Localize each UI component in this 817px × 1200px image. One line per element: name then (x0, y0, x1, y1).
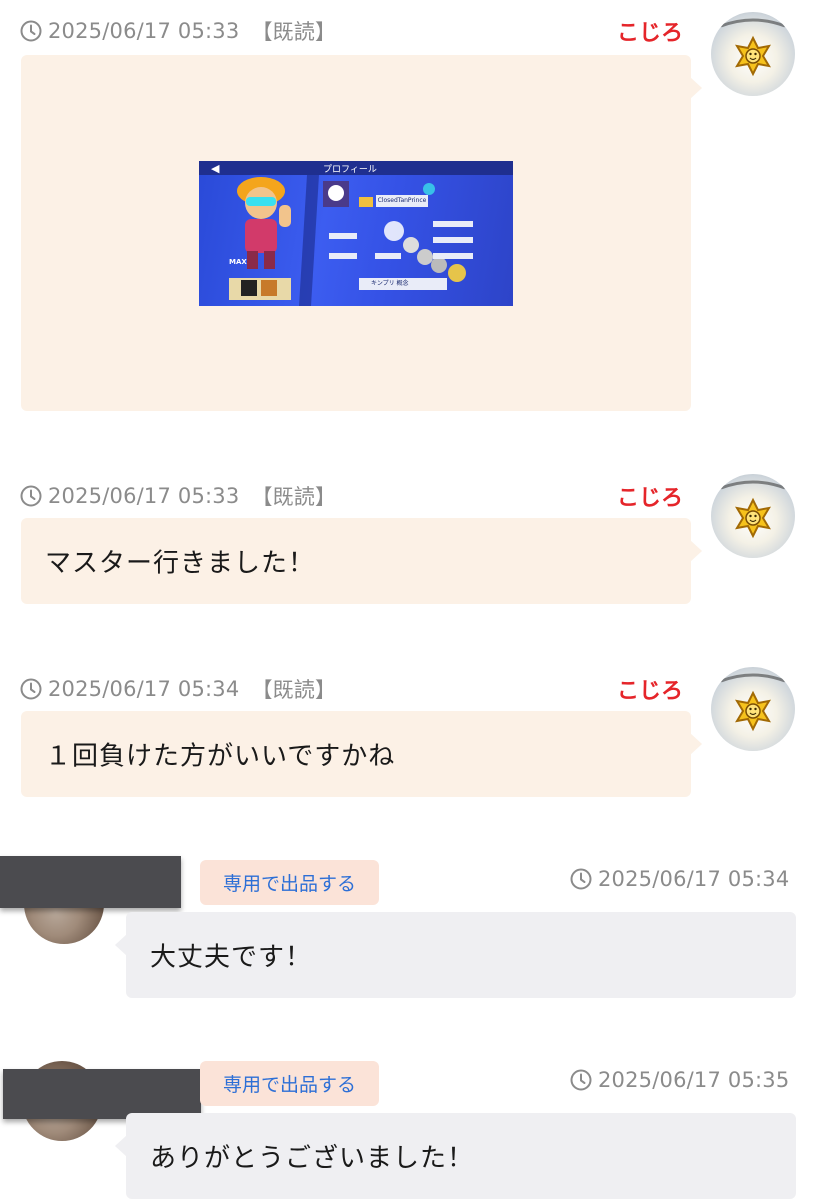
message-meta: 2025/06/17 05:33 【既読】 (20, 16, 336, 46)
message-bubble[interactable]: １回負けた方がいいですかね (21, 711, 702, 797)
attached-screenshot[interactable]: ◀ プロフィール ClosedTanPrince キンプリ 概念 MAX (199, 161, 513, 306)
message-bubble[interactable]: マスター行きました！ (21, 518, 702, 604)
message-bubble-image[interactable]: ◀ プロフィール ClosedTanPrince キンプリ 概念 MAX (21, 55, 702, 411)
message-meta: 2025/06/17 05:35 (570, 1068, 789, 1092)
message-text: 大丈夫です！ (150, 942, 313, 973)
sender-name[interactable]: こじろ (617, 480, 683, 512)
message-meta: 2025/06/17 05:34 (570, 867, 789, 891)
star-badge-icon (720, 480, 786, 539)
redacted-username (0, 856, 181, 908)
message-bubble[interactable]: 大丈夫です！ (115, 912, 796, 998)
clock-icon (570, 868, 592, 890)
bubble-tail (690, 77, 702, 99)
list-exclusive-button[interactable]: 専用で出品する (200, 860, 379, 905)
read-status: 【既読】 (251, 485, 337, 509)
bubble-tail (690, 540, 702, 562)
bubble-tail (690, 733, 702, 755)
star-badge-avatar[interactable] (711, 667, 795, 751)
screenshot-player-name: ClosedTanPrince (376, 195, 428, 207)
sender-name[interactable]: こじろ (617, 673, 683, 705)
clock-icon (20, 20, 42, 42)
message-meta: 2025/06/17 05:33 【既読】 (20, 481, 336, 511)
message-time: 2025/06/17 05:34 (48, 677, 240, 701)
star-badge-icon (720, 673, 786, 732)
bubble-tail (115, 934, 127, 956)
clock-icon (570, 1069, 592, 1091)
message-text: ありがとうございました！ (150, 1143, 475, 1174)
clock-icon (20, 485, 42, 507)
message-bubble[interactable]: ありがとうございました！ (115, 1113, 796, 1199)
message-time: 2025/06/17 05:33 (48, 484, 240, 508)
screenshot-power-label: MAX (229, 258, 247, 266)
read-status: 【既読】 (251, 678, 337, 702)
message-time: 2025/06/17 05:35 (598, 1068, 790, 1092)
star-badge-icon (720, 18, 786, 77)
message-time: 2025/06/17 05:33 (48, 19, 240, 43)
clock-icon (20, 678, 42, 700)
message-text: マスター行きました！ (45, 548, 316, 579)
message-text: １回負けた方がいいですかね (45, 741, 396, 772)
star-badge-avatar[interactable] (711, 474, 795, 558)
read-status: 【既読】 (251, 20, 337, 44)
list-exclusive-button[interactable]: 専用で出品する (200, 1061, 379, 1106)
redacted-username (3, 1069, 201, 1119)
message-meta: 2025/06/17 05:34 【既読】 (20, 674, 336, 704)
chat-thread: 2025/06/17 05:33 【既読】 こじろ ◀ プロフィール Close… (0, 0, 817, 1200)
brawler-artwork (229, 175, 473, 306)
sender-name[interactable]: こじろ (617, 15, 683, 47)
bubble-tail (115, 1135, 127, 1157)
screenshot-club-name: キンプリ 概念 (359, 278, 447, 290)
message-time: 2025/06/17 05:34 (598, 867, 790, 891)
star-badge-avatar[interactable] (711, 12, 795, 96)
